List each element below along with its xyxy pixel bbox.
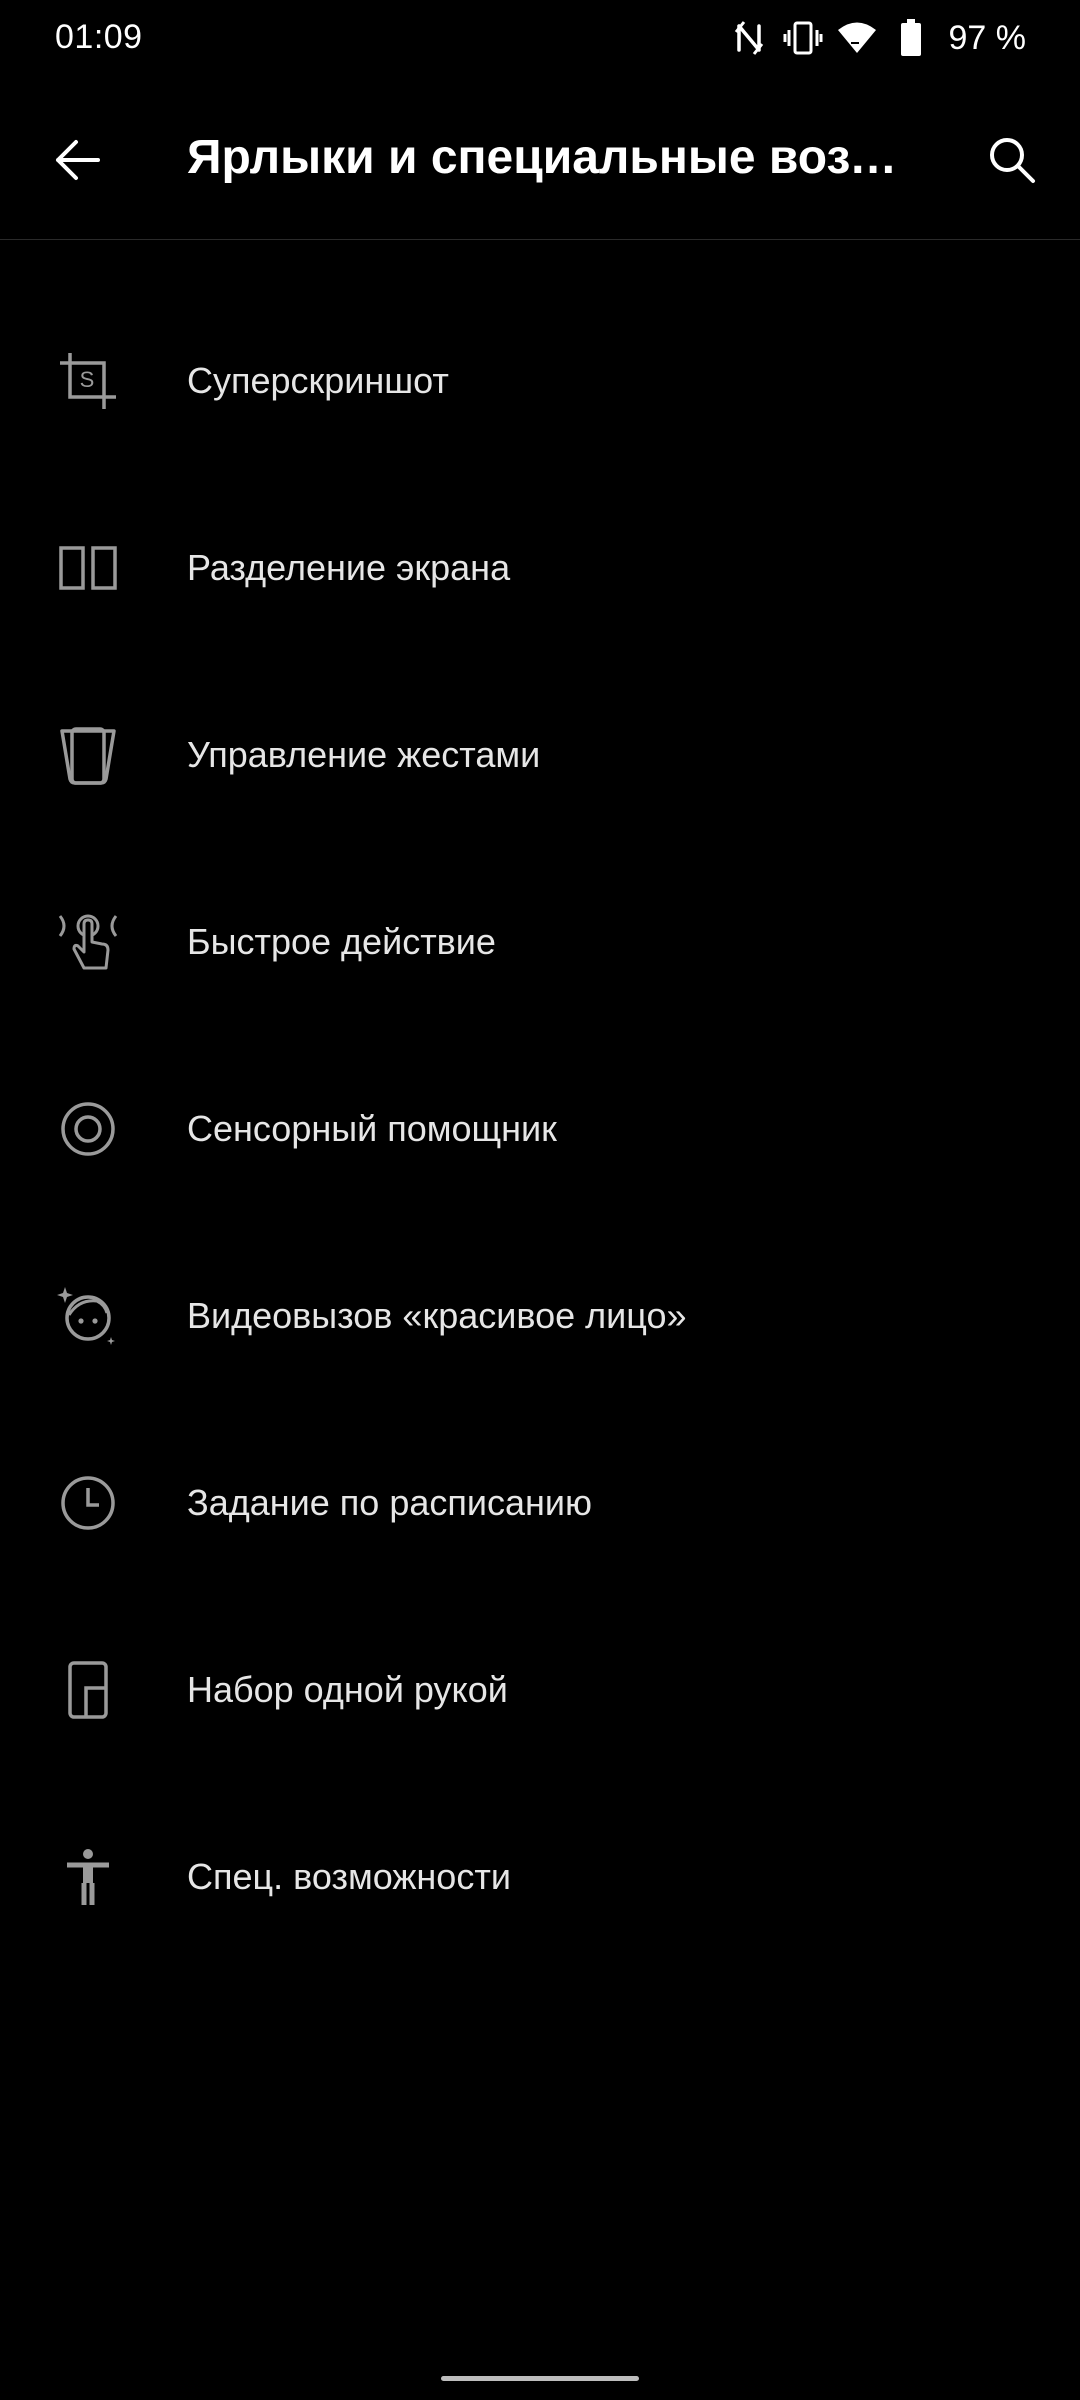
split-screen-icon xyxy=(50,530,126,606)
menu-item-label: Управление жестами xyxy=(187,733,541,775)
menu-item-gestures[interactable]: Управление жестами xyxy=(0,661,1080,848)
menu-item-label: Сенсорный помощник xyxy=(187,1107,557,1149)
menu-item-touch-assistant[interactable]: Сенсорный помощник xyxy=(0,1035,1080,1222)
nfc-icon xyxy=(729,18,769,58)
menu-item-one-hand[interactable]: Набор одной рукой xyxy=(0,1596,1080,1783)
page-title: Ярлыки и специальные возм… xyxy=(187,131,917,184)
menu-item-label: Набор одной рукой xyxy=(187,1668,508,1710)
svg-text:S: S xyxy=(80,367,95,392)
status-icons: 97 % xyxy=(729,16,1027,60)
vibrate-icon xyxy=(783,18,823,58)
menu-item-label: Суперскриншот xyxy=(187,359,449,401)
screenshot-crop-icon: S xyxy=(50,343,126,419)
one-hand-phone-icon xyxy=(50,1652,126,1728)
arrow-left-icon xyxy=(56,140,100,180)
menu-item-label: Спец. возможности xyxy=(187,1855,511,1897)
quick-gesture-hand-icon xyxy=(50,904,126,980)
menu-item-beauty-videocall[interactable]: Видеовызов «красивое лицо» xyxy=(0,1222,1080,1409)
back-button[interactable] xyxy=(40,122,116,198)
menu-item-accessibility[interactable]: Спец. возможности xyxy=(0,1783,1080,1970)
clock-icon xyxy=(50,1465,126,1541)
search-icon xyxy=(990,138,1035,183)
menu-item-scheduled-task[interactable]: Задание по расписанию xyxy=(0,1409,1080,1596)
menu-item-label: Быстрое действие xyxy=(187,920,496,962)
menu-item-label: Разделение экрана xyxy=(187,546,511,588)
accessibility-icon xyxy=(50,1839,126,1915)
gesture-navigation-handle[interactable] xyxy=(441,2376,639,2381)
battery-percent: 97 % xyxy=(948,18,1027,57)
beauty-face-icon xyxy=(50,1278,126,1354)
status-time: 01:09 xyxy=(55,18,143,56)
menu-item-label: Видеовызов «красивое лицо» xyxy=(187,1294,687,1336)
menu-item-superscreenshot[interactable]: S Суперскриншот xyxy=(0,287,1080,474)
app-bar: Ярлыки и специальные возм… xyxy=(0,80,1080,240)
battery-icon xyxy=(891,18,931,58)
touch-assistant-icon xyxy=(50,1091,126,1167)
gesture-phone-icon xyxy=(50,717,126,793)
menu-item-split-screen[interactable]: Разделение экрана xyxy=(0,474,1080,661)
status-bar: 01:09 97 % xyxy=(0,0,1080,80)
wifi-icon xyxy=(837,18,877,58)
menu-item-quick-action[interactable]: Быстрое действие xyxy=(0,848,1080,1035)
settings-list: S Суперскриншот Разделение экрана Управл… xyxy=(0,287,1080,1970)
menu-item-label: Задание по расписанию xyxy=(187,1481,592,1523)
search-button[interactable] xyxy=(972,122,1052,198)
